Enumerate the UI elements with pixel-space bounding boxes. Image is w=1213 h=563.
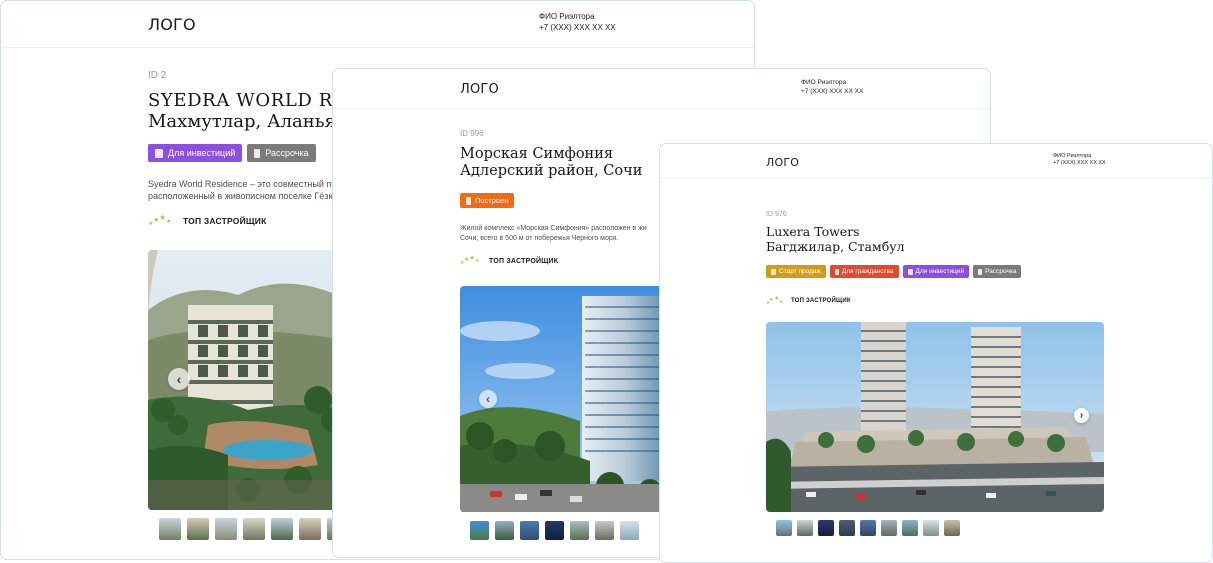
agent-contact: ФИО Риэлтора +7 (XXX) XXX XX XX [1053, 153, 1106, 168]
badges: Старт продаж Для гражданства Для инвести… [766, 265, 1022, 278]
top-developer-label: ТОП ЗАСТРОЙЩИК [791, 298, 851, 304]
passport-icon [834, 268, 839, 275]
badges: Построен [460, 193, 515, 208]
chevron-right-icon: › [1079, 410, 1084, 421]
badge-installment: Рассрочка [973, 265, 1022, 278]
project-name: Luxera Towers [766, 224, 860, 239]
project-location: Адлерский район, Сочи [460, 163, 643, 180]
top-developer: ★ ★ ★ ★ ТОП ЗАСТРОЙЩИК [460, 255, 558, 267]
description-line: расположенный в живописном поселке Гёзюк… [148, 191, 338, 201]
logo[interactable]: ЛОГО [460, 82, 499, 97]
badge-investment: Для инвестиций [902, 265, 970, 278]
hourglass-icon [254, 148, 261, 158]
badge-label: Построен [475, 196, 509, 205]
thumbnail[interactable] [595, 521, 614, 540]
photo-thumbnails [776, 520, 960, 536]
agent-contact: ФИО Риэлтора +7 (XXX) XXX XX XX [801, 79, 863, 97]
listing-title: Luxera Towers Багджилар, Стамбул [766, 224, 905, 255]
chevron-left-icon: ‹ [486, 392, 490, 406]
agent-contact: ФИО Риэлтора +7 (XXX) XXX XX XX [539, 12, 616, 34]
badge-label: Для инвестиций [168, 148, 236, 158]
badge-installment: Рассрочка [247, 144, 316, 162]
thumbnail[interactable] [818, 520, 834, 536]
photo-prev-arrow[interactable]: ‹ [479, 390, 497, 408]
thumbnail[interactable] [520, 521, 539, 540]
logo[interactable]: ЛОГО [148, 15, 196, 34]
coins-icon [155, 148, 163, 158]
thumbnail[interactable] [881, 520, 897, 536]
photo-image [766, 322, 1104, 512]
agent-name: ФИО Риэлтора [539, 12, 595, 21]
thumbnail[interactable] [187, 518, 209, 540]
thumbnail[interactable] [860, 520, 876, 536]
thumbnail[interactable] [902, 520, 918, 536]
thumbnail[interactable] [159, 518, 181, 540]
top-developer: ★ ★ ★ ★ ТОП ЗАСТРОЙЩИК [148, 214, 266, 228]
thumbnail[interactable] [470, 521, 489, 540]
top-developer: ★ ★ ★ ★ ТОП ЗАСТРОЙЩИК [766, 296, 851, 306]
thumbnail[interactable] [620, 521, 639, 540]
thumbnail[interactable] [243, 518, 265, 540]
thumbnail[interactable] [797, 520, 813, 536]
property-photo[interactable]: ‹ [460, 286, 670, 512]
badge-label: Рассрочка [985, 268, 1017, 275]
thumbnail[interactable] [839, 520, 855, 536]
thumbnail[interactable] [495, 521, 514, 540]
card-header: ЛОГО ФИО Риэлтора +7 (XXX) XXX XX XX [660, 144, 1212, 179]
thumbnail[interactable] [299, 518, 321, 540]
agent-name: ФИО Риэлтора [1053, 153, 1092, 159]
description-line: Syedra World Residence – это совместный … [148, 179, 338, 189]
badge-label: Для инвестиций [915, 268, 965, 275]
badge-citizenship: Для гражданства [829, 265, 899, 278]
badge-sales-start: Старт продаж [766, 265, 826, 278]
logo[interactable]: ЛОГО [766, 156, 799, 169]
project-name: Морская Симфония [460, 146, 614, 162]
chevron-left-icon: ‹ [176, 371, 182, 387]
coins-icon [907, 268, 913, 275]
photo-thumbnails [470, 521, 639, 540]
listing-description: Syedra World Residence – это совместный … [148, 178, 338, 202]
badge-label: Старт продаж [779, 268, 821, 275]
badge-label: Рассрочка [265, 148, 309, 158]
card-header: ЛОГО ФИО Риэлтора +7 (XXX) XXX XX XX [333, 69, 990, 109]
agent-phone[interactable]: +7 (XXX) XXX XX XX [1053, 160, 1106, 167]
thumbnail[interactable] [776, 520, 792, 536]
thumbnail[interactable] [545, 521, 564, 540]
description-line: Жилой комплекс «Морская Симфония» распол… [460, 225, 647, 232]
badge-label: Для гражданства [841, 268, 894, 275]
thumbnail[interactable] [944, 520, 960, 536]
property-photo[interactable]: › [766, 322, 1104, 512]
badge-built: Построен [460, 193, 515, 208]
thumbnail[interactable] [215, 518, 237, 540]
project-location: Багджилар, Стамбул [766, 238, 905, 254]
agent-phone[interactable]: +7 (XXX) XXX XX XX [801, 88, 863, 97]
stars-icon: ★ ★ ★ ★ [148, 213, 172, 228]
top-developer-label: ТОП ЗАСТРОЙЩИК [183, 216, 267, 226]
description-line: Сочи, всего в 500 м от побережья Черного… [460, 234, 619, 242]
property-photo[interactable]: ‹ [148, 250, 348, 510]
agent-name: ФИО Риэлтора [801, 79, 847, 86]
thumbnail[interactable] [570, 521, 589, 540]
listing-title: Морская Симфония Адлерский район, Сочи [460, 146, 642, 180]
agent-phone[interactable]: +7 (XXX) XXX XX XX [539, 23, 616, 34]
top-developer-label: ТОП ЗАСТРОЙЩИК [489, 257, 559, 265]
listing-card-luxera: ЛОГО ФИО Риэлтора +7 (XXX) XXX XX XX ID … [659, 143, 1213, 563]
hourglass-icon [978, 268, 983, 275]
rocket-icon [771, 268, 776, 275]
listing-id: ID 976 [766, 211, 787, 218]
listing-description: Жилой комплекс «Морская Симфония» распол… [460, 224, 660, 243]
listing-id: ID 996 [460, 129, 484, 138]
photo-next-arrow[interactable]: › [1074, 408, 1089, 423]
card-header: ЛОГО ФИО Риэлтора +7 (XXX) XXX XX XX [1, 1, 754, 48]
building-icon [466, 196, 471, 205]
stars-icon: ★ ★ ★ ★ [766, 296, 784, 305]
badges: Для инвестиций Рассрочка [148, 144, 316, 162]
listing-id: ID 2 [148, 70, 167, 81]
stars-icon: ★ ★ ★ ★ [460, 255, 480, 266]
badge-investment: Для инвестиций [148, 144, 243, 162]
thumbnail[interactable] [271, 518, 293, 540]
photo-thumbnails [159, 518, 349, 540]
photo-prev-arrow[interactable]: ‹ [168, 368, 190, 390]
thumbnail[interactable] [923, 520, 939, 536]
